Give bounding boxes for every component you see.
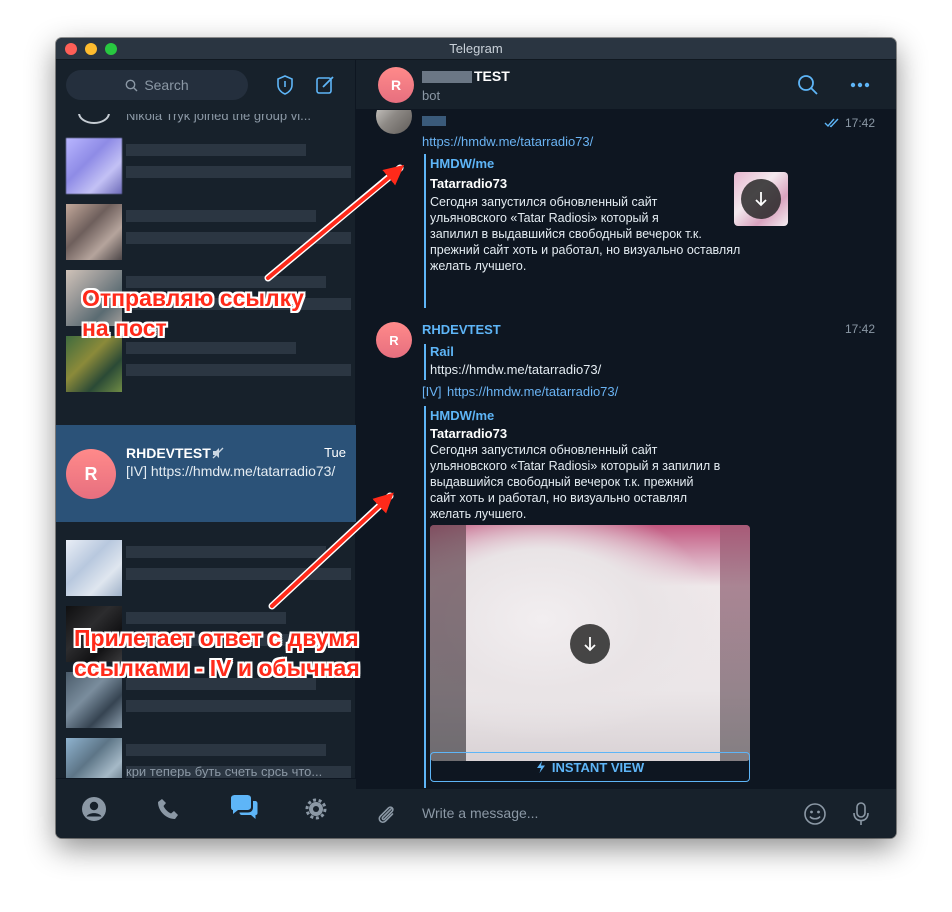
message-link[interactable]: https://hmdw.me/tatarradio73/: [447, 384, 618, 399]
chat-subtitle: bot: [422, 88, 441, 103]
chats-icon[interactable]: [228, 793, 260, 823]
lightning-icon: [536, 761, 545, 773]
preview-description-line: прежний сайт хоть и работал, но визуальн…: [430, 243, 741, 257]
avatar: [66, 540, 122, 596]
search-icon: [125, 79, 138, 91]
download-icon[interactable]: [741, 179, 781, 219]
preview-description-line: Сегодня запустился обновленный сайт: [430, 195, 658, 209]
list-item[interactable]: [56, 134, 356, 200]
preview-description-line: ульяновского «Tatar Radiosi» который я: [430, 211, 659, 225]
telegram-window: Telegram Search Nikola Tryk joined the g…: [56, 38, 896, 838]
iv-prefix: [IV]: [422, 384, 442, 399]
muted-icon: [212, 447, 224, 459]
shield-icon[interactable]: [272, 72, 298, 98]
preview-thumbnail[interactable]: [734, 172, 788, 226]
sidebar-bottom-bar: [56, 778, 356, 838]
annotation-line: ссылками - IV и обычная: [74, 655, 360, 681]
chat-title-text: TEST: [474, 68, 510, 84]
list-item[interactable]: кри теперь буть счеть срсь что...: [56, 764, 356, 778]
settings-icon[interactable]: [302, 795, 330, 823]
reply-text[interactable]: https://hmdw.me/tatarradio73/: [430, 362, 601, 378]
close-window-button[interactable]: [65, 43, 77, 55]
chat-header: R TEST bot: [356, 60, 896, 110]
annotation-line: на пост: [82, 315, 167, 341]
paperclip-icon[interactable]: [374, 802, 398, 826]
double-check-icon: [824, 118, 839, 128]
avatar: [66, 204, 122, 260]
message-composer: Write a message...: [356, 788, 896, 838]
chat-item-name: RHDEVTEST: [126, 445, 211, 461]
chat-panel: R TEST bot 17:42 https://hmdw.me/tatarra…: [356, 60, 896, 838]
sidebar: Search Nikola Tryk joined the group vi..…: [56, 60, 356, 838]
chat-title[interactable]: TEST: [422, 68, 510, 84]
avatar: [78, 114, 110, 124]
avatar[interactable]: [376, 110, 412, 134]
phone-icon[interactable]: [154, 795, 182, 823]
preview-description-line: желать лучшего.: [430, 507, 527, 521]
list-item-text: Nikola Tryk joined the group vi...: [126, 114, 311, 123]
preview-description-line: сайт хоть и работал, но визуально оставл…: [430, 491, 688, 505]
window-title: Telegram: [449, 41, 503, 56]
more-icon[interactable]: [848, 73, 872, 97]
preview-description-line: Сегодня запустился обновленный сайт: [430, 443, 658, 457]
list-item[interactable]: Nikola Tryk joined the group vi...: [56, 114, 356, 132]
annotation-line: Отправляю ссылку: [82, 285, 304, 311]
search-input[interactable]: Search: [66, 70, 248, 100]
message-input[interactable]: Write a message...: [422, 805, 538, 821]
preview-description-line: ульяновского «Tatar Radiosi» который я з…: [430, 459, 721, 473]
preview-description-line: запилил в выдавшийся свободный вечерок т…: [430, 227, 702, 241]
message-time: 17:42: [845, 322, 876, 336]
zoom-window-button[interactable]: [105, 43, 117, 55]
message-list[interactable]: 17:42 https://hmdw.me/tatarradio73/ HMDW…: [356, 110, 896, 788]
preview-site-name: HMDW/me: [430, 156, 495, 171]
compose-icon[interactable]: [312, 72, 338, 98]
preview-title: Tatarradio73: [430, 176, 508, 191]
avatar[interactable]: R: [376, 322, 412, 358]
preview-description-line: желать лучшего.: [430, 259, 527, 273]
chat-item-preview: [IV] https://hmdw.me/tatarradio73/: [126, 463, 336, 479]
instant-view-button[interactable]: INSTANT VIEW: [430, 752, 750, 782]
avatar: [66, 138, 122, 194]
avatar: R: [66, 449, 116, 499]
preview-description-line: выдавшийся свободный вечерок т.к. прежни…: [430, 475, 694, 489]
window-titlebar: Telegram: [56, 38, 896, 60]
list-item-text: кри теперь буть счеть срсь что...: [126, 764, 323, 778]
list-item[interactable]: [56, 200, 356, 266]
annotation-line: Прилетает ответ с двумя: [74, 625, 359, 651]
minimize-window-button[interactable]: [85, 43, 97, 55]
avatar: [66, 336, 122, 392]
preview-title: Tatarradio73: [430, 426, 508, 441]
annotation-text-1: Отправляю ссылку на пост: [82, 283, 304, 343]
annotation-text-2: Прилетает ответ с двумя ссылками - IV и …: [74, 623, 360, 683]
chat-item-time: Tue: [324, 445, 346, 460]
download-icon[interactable]: [570, 624, 610, 664]
search-placeholder: Search: [144, 77, 189, 93]
list-item[interactable]: [56, 536, 356, 602]
emoji-icon[interactable]: [802, 801, 828, 827]
reply-author[interactable]: Rail: [430, 344, 454, 359]
sender-name-blurred: [422, 116, 446, 126]
avatar[interactable]: R: [378, 67, 414, 103]
sender-name[interactable]: RHDEVTEST: [422, 322, 501, 337]
preview-image[interactable]: [430, 525, 750, 761]
preview-site-name: HMDW/me: [430, 408, 495, 423]
chat-item-rhdevtest[interactable]: R RHDEVTEST Tue [IV] https://hmdw.me/tat…: [56, 425, 356, 522]
microphone-icon[interactable]: [848, 801, 874, 827]
instant-view-label: INSTANT VIEW: [551, 759, 645, 775]
message-link[interactable]: https://hmdw.me/tatarradio73/: [422, 134, 593, 149]
search-icon[interactable]: [796, 73, 820, 97]
message-time: 17:42: [845, 116, 876, 130]
profile-icon[interactable]: [80, 795, 108, 823]
